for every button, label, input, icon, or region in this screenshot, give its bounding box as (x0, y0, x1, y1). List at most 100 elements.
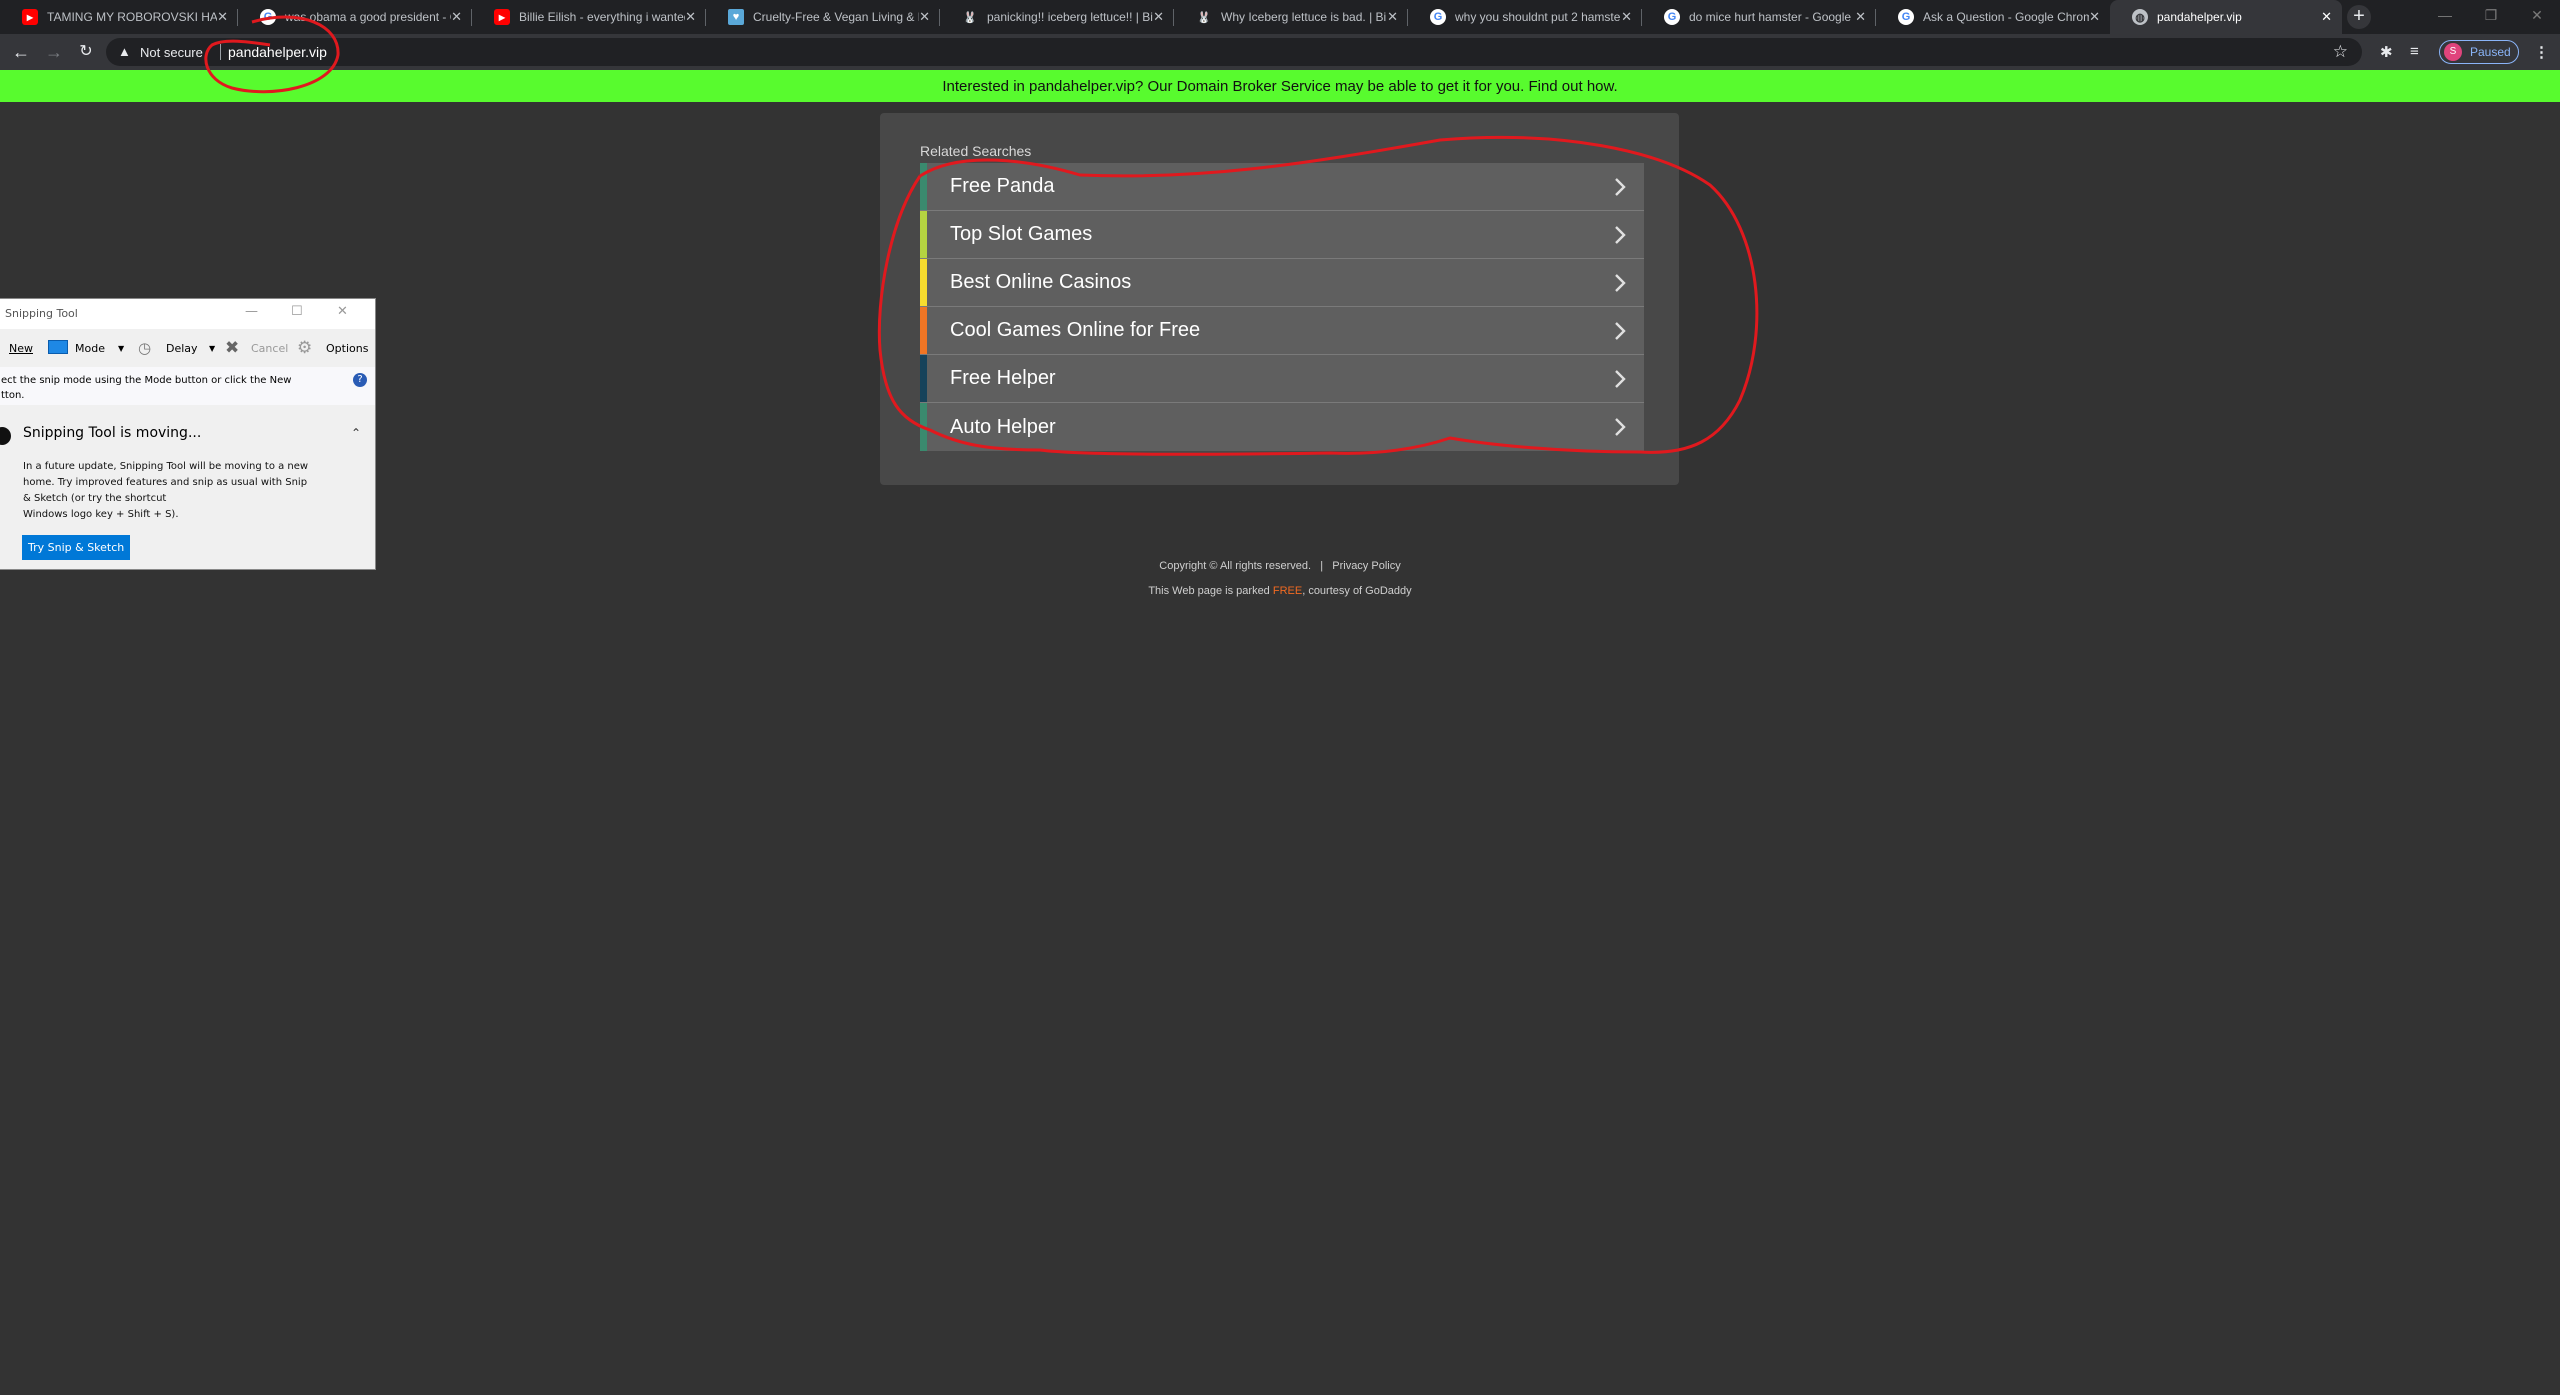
related-search-item[interactable]: Free Panda (920, 163, 1644, 211)
close-tab-icon[interactable]: ✕ (919, 9, 930, 25)
parked-suffix: , courtesy of GoDaddy (1302, 585, 1412, 597)
profile-status: Paused (2470, 45, 2511, 59)
reload-icon[interactable]: ↻ (75, 41, 97, 63)
close-tab-icon[interactable]: ✕ (1387, 9, 1398, 25)
body-line: home. Try improved features and snip as … (23, 477, 308, 488)
cruelty-free-icon: ♥ (728, 9, 744, 25)
close-tab-icon[interactable]: ✕ (1621, 9, 1632, 25)
color-bar (920, 307, 927, 354)
body-line: In a future update, Snipping Tool will b… (23, 461, 309, 472)
tab[interactable]: ▶ Billie Eilish - everything i wanted ✕ (472, 0, 706, 34)
tab-title: TAMING MY ROBOROVSKI HAMSTER (47, 10, 218, 24)
minimize-icon[interactable]: — (2422, 0, 2468, 30)
new-snip-button[interactable]: New (9, 342, 33, 355)
hint-line: ect the snip mode using the Mode button … (1, 375, 292, 386)
info-icon (0, 427, 11, 445)
close-tab-icon[interactable]: ✕ (2089, 9, 2100, 25)
color-bar (920, 211, 927, 258)
extensions-icon[interactable]: ✱ (2380, 43, 2393, 61)
related-searches-title: Related Searches (920, 143, 1032, 159)
mode-dropdown-icon[interactable]: ▼ (118, 344, 124, 353)
privacy-policy-link[interactable]: Privacy Policy (1332, 560, 1400, 572)
google-icon: G (260, 9, 276, 25)
domain-broker-banner[interactable]: Interested in pandahelper.vip? Our Domai… (0, 70, 2560, 102)
browser-toolbar: ← → ↻ ▲ Not secure pandahelper.vip ☆ ✱ ≡… (0, 34, 2560, 70)
tab-active[interactable]: ◍ pandahelper.vip ✕ (2110, 0, 2342, 34)
tab[interactable]: G do mice hurt hamster - Google Search ✕ (1642, 0, 1876, 34)
tab-title: why you shouldnt put 2 hamsters (1455, 10, 1622, 24)
close-tab-icon[interactable]: ✕ (2321, 9, 2332, 25)
tab-title: Billie Eilish - everything i wanted (519, 10, 686, 24)
close-tab-icon[interactable]: ✕ (1855, 9, 1866, 25)
related-search-item[interactable]: Free Helper (920, 355, 1644, 403)
tab-title: panicking!! iceberg lettuce!! | Bing (987, 10, 1154, 24)
menu-icon[interactable]: ⋮ (2534, 43, 2549, 61)
tab-strip: ▶ TAMING MY ROBOROVSKI HAMSTER ✕ G was o… (0, 0, 2560, 34)
youtube-icon: ▶ (22, 9, 38, 25)
tab[interactable]: G why you shouldnt put 2 hamsters ✕ (1408, 0, 1642, 34)
security-label[interactable]: Not secure (140, 45, 203, 60)
help-icon[interactable]: ? (353, 373, 367, 387)
maximize-icon[interactable]: ☐ (291, 304, 303, 319)
minimize-icon[interactable]: — (245, 304, 258, 319)
bunny-icon: 🐰 (1197, 11, 1211, 24)
close-tab-icon[interactable]: ✕ (1153, 9, 1164, 25)
free-link[interactable]: FREE (1273, 585, 1302, 597)
address-bar[interactable]: ▲ Not secure pandahelper.vip ☆ (106, 38, 2362, 66)
chevron-right-icon (1615, 418, 1626, 436)
color-bar (920, 163, 927, 210)
mode-icon (48, 340, 68, 354)
tab[interactable]: G was obama a good president - Google ✕ (238, 0, 472, 34)
snipping-tool-titlebar[interactable]: Snipping Tool — ☐ ✕ (0, 299, 375, 329)
tab-title: was obama a good president - Google (285, 10, 451, 24)
restore-icon[interactable]: ❐ (2468, 0, 2514, 30)
delay-dropdown-icon[interactable]: ▼ (209, 344, 215, 353)
close-tab-icon[interactable]: ✕ (451, 9, 462, 25)
related-search-item[interactable]: Best Online Casinos (920, 259, 1644, 307)
snipping-toolbar: New Mode ▼ ◷ Delay ▼ ✖ Cancel ⚙ Options (0, 331, 375, 367)
back-icon[interactable]: ← (10, 41, 32, 63)
tab[interactable]: G Ask a Question - Google Chrome ✕ (1876, 0, 2110, 34)
try-snip-sketch-button[interactable]: Try Snip & Sketch (22, 535, 131, 560)
url-text[interactable]: pandahelper.vip (228, 44, 327, 60)
tab[interactable]: ♥ Cruelty-Free & Vegan Living & Lifestyl… (706, 0, 940, 34)
chevron-right-icon (1615, 370, 1626, 388)
tab[interactable]: ▶ TAMING MY ROBOROVSKI HAMSTER ✕ (0, 0, 238, 34)
forward-icon[interactable]: → (43, 41, 65, 63)
gear-icon: ⚙ (297, 338, 313, 358)
delay-button[interactable]: Delay (166, 342, 198, 355)
cancel-button[interactable]: Cancel (251, 342, 288, 355)
tab[interactable]: 🐰 Why Iceberg lettuce is bad. | Bing ✕ (1174, 0, 1408, 34)
related-search-label: Best Online Casinos (950, 271, 1132, 293)
tab-title: Ask a Question - Google Chrome (1923, 10, 2090, 24)
bookmark-star-icon[interactable]: ☆ (2333, 42, 2348, 62)
options-button[interactable]: Options (326, 342, 368, 355)
collapse-caret-icon[interactable]: ⌃ (351, 426, 361, 440)
google-icon: G (1430, 9, 1446, 25)
related-search-label: Free Panda (950, 175, 1055, 197)
profile-button[interactable]: S Paused (2439, 40, 2519, 64)
snip-hint: ect the snip mode using the Mode button … (0, 367, 375, 405)
hint-line: tton. (1, 390, 25, 401)
new-tab-button[interactable]: + (2347, 5, 2371, 29)
related-search-label: Top Slot Games (950, 223, 1093, 245)
related-search-item[interactable]: Top Slot Games (920, 211, 1644, 259)
close-icon[interactable]: ✕ (337, 304, 348, 319)
avatar: S (2444, 43, 2462, 61)
youtube-icon: ▶ (494, 9, 510, 25)
color-bar (920, 403, 927, 451)
footer-separator: | (1320, 560, 1324, 572)
related-search-item[interactable]: Cool Games Online for Free (920, 307, 1644, 355)
window-close-icon[interactable]: ✕ (2514, 0, 2560, 30)
mode-button[interactable]: Mode (75, 342, 105, 355)
parked-text: This Web page is parked (1148, 585, 1273, 597)
related-searches-panel: Related Searches Free Panda Top Slot Gam… (880, 113, 1679, 485)
related-search-item[interactable]: Auto Helper (920, 403, 1644, 451)
media-control-icon[interactable]: ≡ (2410, 43, 2419, 60)
copyright-text: Copyright © All rights reserved. (1159, 560, 1312, 572)
bunny-icon: 🐰 (963, 11, 977, 24)
close-tab-icon[interactable]: ✕ (685, 9, 696, 25)
close-tab-icon[interactable]: ✕ (217, 9, 228, 25)
warning-icon[interactable]: ▲ (118, 44, 131, 59)
tab[interactable]: 🐰 panicking!! iceberg lettuce!! | Bing ✕ (940, 0, 1174, 34)
